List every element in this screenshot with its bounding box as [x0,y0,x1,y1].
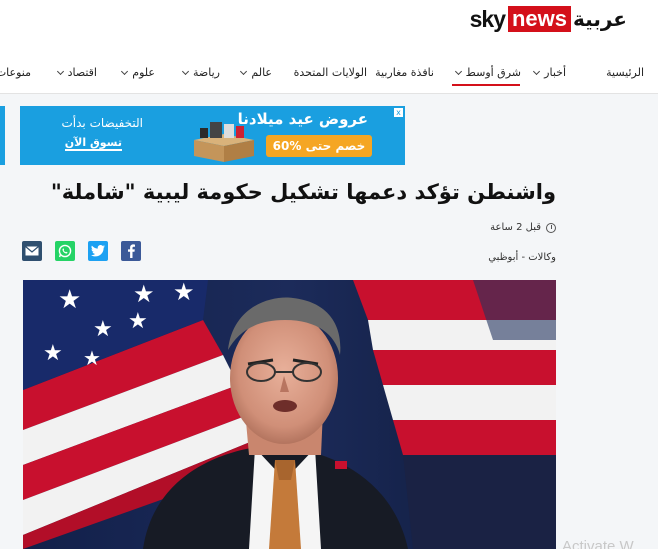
nav-science-label: علوم [132,66,155,79]
photo-scene: ★ ★ ★ ★ ★ ★ ★ [23,280,556,549]
nav-misc[interactable]: منوعات [0,66,31,79]
main-nav: الرئيسية أخبار شرق أوسط نافذة مغاربية ال… [0,60,658,88]
logo-arabic: عربية [571,6,629,32]
article-headline: واشنطن تؤكد دعمها تشكيل حكومة ليبية "شام… [50,180,556,204]
facebook-icon [128,244,135,258]
svg-text:★: ★ [173,280,195,306]
os-activation-watermark: Activate W [562,538,634,549]
nav-news[interactable]: أخبار [533,66,566,79]
article-photo: ★ ★ ★ ★ ★ ★ ★ [23,280,556,549]
svg-text:★: ★ [43,341,63,366]
svg-text:★: ★ [133,280,155,308]
chevron-down-icon [454,67,462,76]
nav-sports-label: رياضة [193,66,220,79]
nav-us[interactable]: الولايات المتحدة [294,66,367,79]
site-header: sky news عربية الرئيسية أخبار شرق أوسط ن… [0,0,658,94]
nav-misc-label: منوعات [0,66,31,79]
chevron-down-icon [533,67,541,76]
share-facebook-button[interactable] [121,241,141,261]
nav-home[interactable]: الرئيسية [606,66,644,79]
svg-text:★: ★ [58,285,81,315]
site-logo[interactable]: sky news عربية [463,6,629,32]
logo-news: news [508,6,571,32]
nav-world[interactable]: عالم [240,66,272,79]
gift-box-icon [194,122,254,162]
share-twitter-button[interactable] [88,241,108,261]
article-source: وكالات - أبوظبي [488,252,556,263]
nav-active-indicator [452,84,520,86]
chevron-down-icon [56,67,64,76]
chevron-down-icon [121,67,129,76]
article-time: قبل 2 ساعة [490,222,556,233]
nav-middle-east[interactable]: شرق أوسط [454,66,521,79]
ad-close-button[interactable]: x [394,108,403,117]
article-time-text: قبل 2 ساعة [490,222,541,233]
svg-text:★: ★ [128,309,148,334]
email-icon [25,246,39,256]
ad-edge [0,106,5,165]
clock-icon [546,222,556,233]
ad-banner[interactable]: عروض عيد ميلادنا خصم حتى %60 التخفيضات ب… [20,106,405,165]
nav-news-label: أخبار [544,66,566,79]
nav-middle-east-label: شرق أوسط [465,66,521,79]
nav-home-label: الرئيسية [606,66,644,79]
chevron-down-icon [181,67,190,76]
chevron-down-icon [240,67,248,76]
ad-deal-badge: خصم حتى %60 [266,135,372,157]
svg-text:★: ★ [93,317,113,342]
logo-sky: sky [463,6,508,32]
nav-maghreb[interactable]: نافذة مغاربية [375,66,434,79]
share-whatsapp-button[interactable] [55,241,75,261]
nav-sports[interactable]: رياضة [181,66,220,79]
nav-us-label: الولايات المتحدة [293,66,367,79]
nav-science[interactable]: علوم [121,66,155,79]
twitter-icon [91,245,105,257]
svg-text:★: ★ [83,346,101,370]
ad-shop-now: تسوق الآن [64,136,122,151]
nav-economy-label: اقتصاد [67,66,97,79]
nav-economy[interactable]: اقتصاد [56,66,97,79]
nav-maghreb-label: نافذة مغاربية [375,66,434,79]
whatsapp-icon [58,244,72,258]
ad-discounts-text: التخفيضات بدأت [61,116,144,130]
nav-world-label: عالم [251,66,272,79]
share-email-button[interactable] [22,241,42,261]
